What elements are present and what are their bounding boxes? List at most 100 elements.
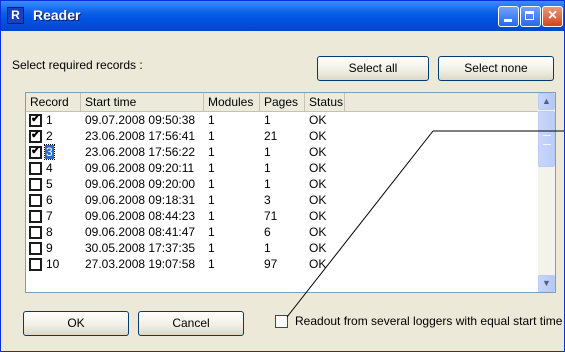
status-cell: OK [309, 257, 327, 271]
minimize-button[interactable] [498, 6, 519, 27]
record-checkbox[interactable] [29, 226, 42, 239]
modules-cell: 1 [208, 241, 215, 255]
table-row[interactable]: 10 27.03.2008 19:07:58 1 97 OK [26, 256, 538, 272]
app-icon: R [7, 7, 24, 24]
column-header-status[interactable]: Status [305, 93, 345, 111]
status-cell: OK [309, 129, 327, 143]
scroll-thumb[interactable] [538, 111, 555, 167]
close-icon: × [547, 7, 558, 24]
status-cell: OK [309, 113, 327, 127]
arrow-down-icon: ▼ [542, 278, 551, 288]
pages-cell: 1 [264, 145, 271, 159]
pages-cell: 1 [264, 113, 271, 127]
equal-start-time-label[interactable]: Readout from several loggers with equal … [295, 314, 562, 328]
column-header-start-time[interactable]: Start time [81, 93, 204, 111]
record-number: 5 [46, 177, 53, 191]
modules-cell: 1 [208, 145, 215, 159]
modules-cell: 1 [208, 193, 215, 207]
table-row[interactable]: 3 23.06.2008 17:56:22 1 1 OK [26, 144, 538, 160]
start-time-cell: 09.06.2008 08:44:23 [85, 209, 196, 223]
record-number: 9 [46, 241, 53, 255]
pages-cell: 1 [264, 161, 271, 175]
pages-cell: 3 [264, 193, 271, 207]
status-cell: OK [309, 241, 327, 255]
pages-cell: 6 [264, 225, 271, 239]
table-row[interactable]: 6 09.06.2008 09:18:31 1 3 OK [26, 192, 538, 208]
scroll-up-button[interactable]: ▲ [538, 93, 555, 110]
select-none-button[interactable]: Select none [438, 56, 554, 81]
start-time-cell: 30.05.2008 17:37:35 [85, 241, 196, 255]
status-cell: OK [309, 177, 327, 191]
equal-start-time-checkbox[interactable] [275, 315, 288, 328]
pages-cell: 21 [264, 129, 278, 143]
list-header: Record Start time Modules Pages Status [26, 93, 538, 112]
table-row[interactable]: 4 09.06.2008 09:20:11 1 1 OK [26, 160, 538, 176]
status-cell: OK [309, 209, 327, 223]
record-number: 8 [46, 225, 53, 239]
start-time-cell: 23.06.2008 17:56:22 [85, 145, 196, 159]
table-row[interactable]: 1 09.07.2008 09:50:38 1 1 OK [26, 112, 538, 128]
record-checkbox[interactable] [29, 178, 42, 191]
modules-cell: 1 [208, 209, 215, 223]
start-time-cell: 09.06.2008 08:41:47 [85, 225, 196, 239]
select-all-button[interactable]: Select all [317, 56, 429, 81]
record-number: 6 [46, 193, 53, 207]
window-title: Reader [33, 7, 81, 23]
record-number: 1 [46, 113, 53, 127]
start-time-cell: 27.03.2008 19:07:58 [85, 257, 196, 271]
column-header-pages[interactable]: Pages [260, 93, 305, 111]
maximize-icon [525, 11, 534, 20]
record-number: 7 [46, 209, 53, 223]
record-checkbox[interactable] [29, 128, 42, 143]
title-bar[interactable]: R Reader × [1, 1, 564, 31]
record-checkbox[interactable] [29, 194, 42, 207]
minimize-icon [504, 19, 512, 22]
column-header-record[interactable]: Record [26, 93, 81, 111]
modules-cell: 1 [208, 113, 215, 127]
record-checkbox[interactable] [29, 242, 42, 255]
modules-cell: 1 [208, 257, 215, 271]
record-checkbox[interactable] [29, 144, 42, 159]
pages-cell: 1 [264, 241, 271, 255]
scroll-down-button[interactable]: ▼ [538, 275, 555, 292]
pages-cell: 71 [264, 209, 278, 223]
record-checkbox[interactable] [29, 258, 42, 271]
cancel-button[interactable]: Cancel [138, 311, 244, 336]
status-cell: OK [309, 161, 327, 175]
maximize-button[interactable] [520, 6, 541, 27]
table-row[interactable]: 8 09.06.2008 08:41:47 1 6 OK [26, 224, 538, 240]
modules-cell: 1 [208, 161, 215, 175]
start-time-cell: 23.06.2008 17:56:41 [85, 129, 196, 143]
pages-cell: 97 [264, 257, 278, 271]
modules-cell: 1 [208, 225, 215, 239]
column-header-modules[interactable]: Modules [204, 93, 260, 111]
start-time-cell: 09.06.2008 09:20:00 [85, 177, 196, 191]
select-records-prompt: Select required records : [12, 58, 143, 72]
grip-icon [543, 135, 551, 145]
record-number: 2 [46, 129, 53, 143]
table-row[interactable]: 7 09.06.2008 08:44:23 1 71 OK [26, 208, 538, 224]
close-button[interactable]: × [542, 6, 563, 27]
record-number: 10 [46, 257, 60, 271]
table-row[interactable]: 9 30.05.2008 17:37:35 1 1 OK [26, 240, 538, 256]
table-row[interactable]: 2 23.06.2008 17:56:41 1 21 OK [26, 128, 538, 144]
ok-button[interactable]: OK [23, 311, 129, 336]
record-number: 3 [44, 144, 55, 160]
pages-cell: 1 [264, 177, 271, 191]
records-list[interactable]: Record Start time Modules Pages Status 1… [25, 92, 556, 293]
modules-cell: 1 [208, 129, 215, 143]
arrow-up-icon: ▲ [542, 96, 551, 106]
reader-dialog: R Reader × Select required records : Sel… [0, 0, 565, 352]
record-number: 4 [46, 161, 53, 175]
record-checkbox[interactable] [29, 210, 42, 223]
start-time-cell: 09.06.2008 09:18:31 [85, 193, 196, 207]
vertical-scrollbar[interactable]: ▲ ▼ [538, 93, 555, 292]
start-time-cell: 09.06.2008 09:20:11 [85, 161, 195, 175]
table-row[interactable]: 5 09.06.2008 09:20:00 1 1 OK [26, 176, 538, 192]
status-cell: OK [309, 225, 327, 239]
status-cell: OK [309, 193, 327, 207]
start-time-cell: 09.07.2008 09:50:38 [85, 113, 196, 127]
record-checkbox[interactable] [29, 112, 42, 127]
record-checkbox[interactable] [29, 162, 42, 175]
modules-cell: 1 [208, 177, 215, 191]
